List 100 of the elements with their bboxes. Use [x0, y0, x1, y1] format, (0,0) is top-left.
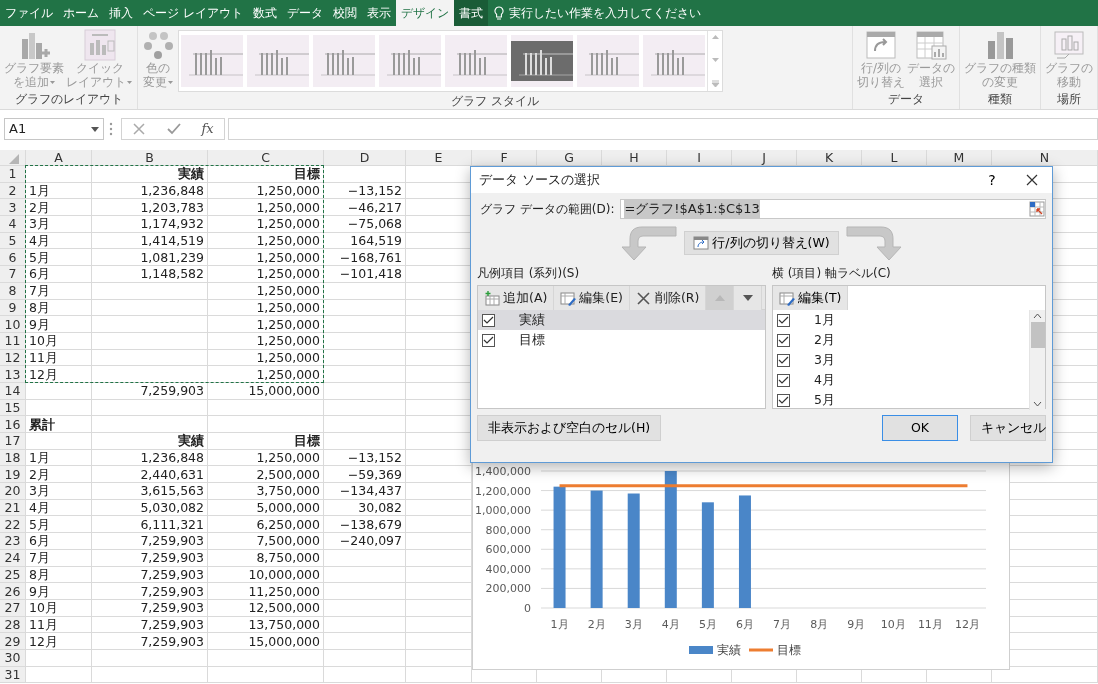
column-header[interactable]: C	[208, 150, 324, 166]
chart-style-thumbnail[interactable]	[643, 34, 705, 88]
range-field[interactable]: =グラフ!$A$1:$C$13	[620, 199, 1046, 219]
list-item[interactable]: 2月	[773, 330, 1029, 350]
scroll-up-icon[interactable]	[1033, 313, 1042, 319]
chart-style-thumbnail[interactable]	[577, 34, 639, 88]
column-header[interactable]: D	[324, 150, 406, 166]
enter-icon[interactable]	[166, 122, 181, 136]
row-number[interactable]: 6	[0, 249, 26, 267]
column-header[interactable]: M	[927, 150, 992, 166]
dropdown-icon[interactable]	[91, 126, 99, 132]
row-number[interactable]: 26	[0, 583, 26, 600]
column-header[interactable]: N	[992, 150, 1098, 166]
column-header[interactable]: B	[92, 150, 208, 166]
bar[interactable]	[590, 490, 603, 608]
ribbon-tab[interactable]: 書式	[453, 0, 488, 26]
list-item[interactable]: 4月	[773, 370, 1029, 390]
bar[interactable]	[627, 493, 640, 608]
column-header[interactable]: I	[667, 150, 732, 166]
row-number[interactable]: 10	[0, 316, 26, 333]
row-number[interactable]: 3	[0, 199, 26, 217]
chart-style-thumbnail[interactable]	[247, 34, 309, 88]
toolbar-button[interactable]: 編集(E)	[554, 286, 630, 310]
cell-value: 3,750,000	[208, 483, 324, 500]
move-down-button[interactable]	[734, 286, 763, 310]
column-header[interactable]: A	[26, 150, 92, 166]
ribbon-tab[interactable]: データ	[281, 0, 328, 26]
column-header[interactable]: F	[472, 150, 537, 166]
bar[interactable]	[701, 502, 714, 608]
cancel-button[interactable]: キャンセル	[970, 415, 1046, 441]
column-header[interactable]: E	[406, 150, 472, 166]
target-line[interactable]	[559, 484, 968, 488]
column-header[interactable]: K	[797, 150, 862, 166]
toolbar-button[interactable]: 削除(R)	[629, 286, 707, 310]
chart-style-thumbnail[interactable]	[445, 34, 507, 88]
ribbon-tab[interactable]: 表示	[361, 0, 396, 26]
row-number[interactable]: 17	[0, 433, 26, 450]
toolbar-button[interactable]: 編集(T)	[773, 286, 849, 310]
column-header[interactable]: J	[732, 150, 797, 166]
chart-style-thumbnail[interactable]	[379, 34, 441, 88]
ok-button[interactable]: OK	[882, 415, 958, 441]
checkbox[interactable]	[777, 373, 790, 387]
cancel-icon[interactable]	[132, 122, 147, 136]
list-item[interactable]: 実績	[478, 310, 765, 330]
insert-function-button[interactable]: fx	[201, 119, 214, 139]
checkbox[interactable]	[777, 313, 790, 327]
ribbon-tab[interactable]: ホーム	[58, 0, 104, 26]
ribbon-tab[interactable]: デザイン	[395, 0, 454, 26]
ribbon-tab[interactable]: 数式	[247, 0, 282, 26]
ribbon-tab[interactable]: 挿入	[104, 0, 138, 26]
row-number[interactable]: 7	[0, 266, 26, 283]
row-number[interactable]: 4	[0, 216, 26, 233]
chart-style-thumbnail[interactable]	[181, 34, 243, 88]
ribbon-tab[interactable]: 校閲	[327, 0, 362, 26]
ribbon-tab[interactable]: ページ レイアウト	[138, 0, 248, 26]
formula-field[interactable]	[228, 118, 1098, 140]
list-item[interactable]: 5月	[773, 390, 1029, 410]
list-item[interactable]: 3月	[773, 350, 1029, 370]
row-number[interactable]: 13	[0, 366, 26, 383]
bar[interactable]	[738, 495, 751, 608]
chart-style-thumbnail[interactable]	[511, 34, 573, 88]
scrollbar[interactable]	[1029, 310, 1045, 410]
axis-label: 8月	[810, 618, 829, 631]
row-number[interactable]: 1	[0, 166, 26, 183]
checkbox[interactable]	[482, 313, 495, 327]
tell-me-field[interactable]: 実行したい作業を入力してください	[506, 3, 737, 23]
name-box[interactable]: A1	[4, 118, 104, 140]
cell-value: 11月	[26, 616, 92, 634]
checkbox[interactable]	[777, 333, 790, 347]
column-header[interactable]: L	[862, 150, 927, 166]
list-item[interactable]: 1月	[773, 310, 1029, 330]
chart-style-thumbnail[interactable]	[313, 34, 375, 88]
axis-label: 12月	[954, 618, 980, 631]
list-item[interactable]: 目標	[478, 330, 765, 350]
scroll-thumb[interactable]	[1030, 322, 1045, 348]
collapse-range-icon[interactable]	[1029, 201, 1045, 217]
row-number[interactable]: 19	[0, 466, 26, 484]
toolbar-button[interactable]: 追加(A)	[478, 286, 555, 310]
row-number[interactable]: 29	[0, 633, 26, 650]
column-header[interactable]: G	[537, 150, 602, 166]
column-header[interactable]: H	[602, 150, 667, 166]
switch-row-column-button[interactable]: 行/列の切り替え(W)	[684, 230, 839, 256]
row-number[interactable]: 16	[0, 416, 26, 433]
checkbox[interactable]	[777, 353, 790, 367]
edit-icon	[560, 290, 577, 306]
axis-label: 11月	[917, 618, 943, 631]
more-icon[interactable]	[710, 80, 720, 88]
bar[interactable]	[664, 471, 677, 608]
scroll-down-icon[interactable]	[1033, 401, 1042, 407]
ribbon-tab[interactable]: ファイル	[0, 0, 58, 26]
bar[interactable]	[553, 486, 566, 608]
row-number[interactable]: 23	[0, 533, 26, 550]
help-button[interactable]: ?	[972, 167, 1012, 193]
checkbox[interactable]	[777, 393, 790, 407]
hidden-cells-button[interactable]: 非表示および空白のセル(H)	[477, 415, 662, 441]
table-icon	[693, 236, 710, 250]
checkbox[interactable]	[482, 333, 495, 347]
cell-value: 10月	[26, 332, 92, 350]
row-number[interactable]: 22	[0, 516, 26, 534]
row-number[interactable]: 20	[0, 483, 26, 500]
